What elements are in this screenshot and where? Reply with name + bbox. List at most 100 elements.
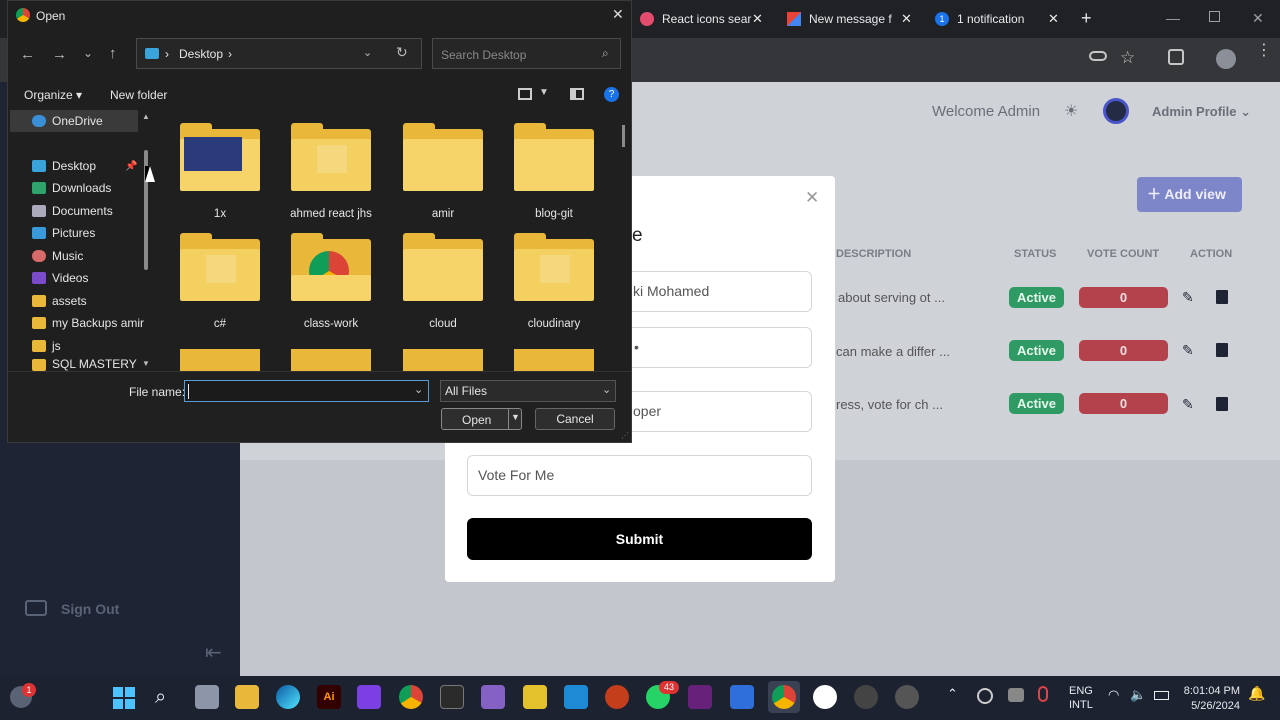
edit-icon[interactable]: ✎ [1182,342,1194,359]
volume-icon[interactable]: 🔈 [1130,687,1146,703]
close-icon[interactable]: ✕ [1048,11,1059,27]
file-type-select[interactable]: All Files ⌄ [440,380,616,402]
sync-icon[interactable] [977,688,993,704]
nav-item-js[interactable]: js [32,335,61,357]
bell-icon[interactable]: 🔔 [1248,685,1265,702]
close-icon[interactable]: ✕ [901,11,912,27]
github-desktop-icon[interactable] [854,685,878,709]
nav-item-assets[interactable]: assets [32,290,87,312]
tab-gmail[interactable]: New message fr [787,4,892,34]
vscode-icon[interactable] [564,685,588,709]
star-icon[interactable]: ☆ [1120,48,1135,68]
powerpoint-icon[interactable] [605,685,629,709]
folder-icon[interactable] [514,349,594,371]
visual-studio-icon[interactable] [481,685,505,709]
up-arrow-icon[interactable]: ↑ [109,45,117,62]
illustrator-icon[interactable]: Ai [317,685,341,709]
caret-down-icon[interactable]: ▼ [539,87,549,98]
visual-studio-alt-icon[interactable] [688,685,712,709]
modal-close-icon[interactable]: ✕ [805,188,819,208]
trash-icon[interactable] [1216,343,1228,357]
edge-icon[interactable] [276,685,300,709]
avatar[interactable] [1216,49,1236,69]
clock[interactable]: 8:01:04 PM 5/26/2024 [1180,684,1240,714]
notepad-icon[interactable] [730,685,754,709]
new-folder-button[interactable]: New folder [110,88,167,102]
sticky-notes-icon[interactable] [523,685,547,709]
nav-item-onedrive[interactable]: OneDrive [32,110,103,132]
folder-icon[interactable] [514,123,594,191]
mongodb-icon[interactable] [813,685,837,709]
jetbrains-icon[interactable] [357,685,381,709]
wifi-icon[interactable]: ◠ [1108,687,1119,703]
nav-item-my-backups[interactable]: my Backups amir [32,312,144,334]
folder-icon[interactable] [180,349,260,371]
tray-expand-icon[interactable]: ⌃ [947,686,958,702]
folder-icon[interactable] [403,349,483,371]
chevron-down-icon[interactable]: ⌄ [363,46,372,59]
scroll-up-icon[interactable]: ▲ [142,112,150,121]
minimize-icon[interactable]: — [1166,10,1180,26]
forward-arrow-icon[interactable]: → [52,46,67,63]
folder-icon[interactable] [180,123,260,191]
preview-pane-icon[interactable] [570,88,584,100]
organize-menu[interactable]: Organize ▾ [24,88,82,102]
maximize-icon[interactable] [1209,11,1220,22]
new-tab-plus-icon[interactable]: + [1081,8,1092,29]
trash-icon[interactable] [1216,397,1228,411]
cancel-button[interactable]: Cancel [535,408,615,430]
trash-icon[interactable] [1216,290,1228,304]
folder-icon[interactable] [291,123,371,191]
help-icon[interactable]: ? [604,87,619,102]
dialog-close-icon[interactable]: ✕ [612,6,624,23]
folder-icon[interactable] [514,233,594,301]
resize-grip-icon[interactable]: ⋰ [621,431,629,440]
terminal-icon[interactable] [440,685,464,709]
file-explorer-icon[interactable] [235,685,259,709]
nav-item-videos[interactable]: Videos [32,267,88,289]
menu-kebab-icon[interactable]: ⋮ [1256,43,1272,59]
folder-icon[interactable] [291,349,371,371]
edit-icon[interactable]: ✎ [1182,289,1194,306]
slogan-field[interactable]: Vote For Me [467,455,812,496]
theme-toggle-icon[interactable]: ☀ [1064,101,1078,121]
nav-item-sql-mastery[interactable]: SQL MASTERY [32,357,137,371]
back-arrow-icon[interactable]: ← [20,46,35,63]
chevron-down-icon[interactable]: ⌄ [414,383,423,396]
tab-react-icons[interactable]: React icons sear [640,4,765,34]
task-view-icon[interactable] [195,685,219,709]
nav-item-pictures[interactable]: Pictures [32,222,95,244]
profile-avatar[interactable] [1103,98,1129,124]
sign-out-link[interactable]: Sign Out [61,601,119,617]
open-button[interactable]: Open ▼ [441,408,522,430]
files-scrollbar[interactable] [622,125,625,147]
collapse-sidebar-icon[interactable]: ⇤ [205,640,222,665]
battery-icon[interactable] [1154,691,1169,700]
nav-item-music[interactable]: Music [32,245,83,267]
media-player-icon[interactable] [895,685,919,709]
window-close-icon[interactable]: ✕ [1252,10,1264,27]
add-view-button[interactable]: ＋ Add view [1137,177,1242,212]
onedrive-tray-icon[interactable] [1008,688,1024,702]
folder-icon[interactable] [403,123,483,191]
microphone-icon[interactable] [1038,686,1048,702]
view-options-icon[interactable] [518,88,532,100]
tab-notification[interactable]: 1 1 notification [935,4,1045,34]
scroll-down-icon[interactable]: ▼ [142,359,150,368]
recent-locations-chevron-icon[interactable]: ⌄ [83,46,93,60]
edit-icon[interactable]: ✎ [1182,396,1194,413]
submit-button[interactable]: Submit [467,518,812,560]
refresh-icon[interactable]: ↻ [396,44,408,61]
start-button-icon[interactable] [113,687,135,709]
extensions-icon[interactable] [1168,49,1184,65]
folder-icon[interactable] [291,233,371,301]
admin-profile-menu[interactable]: Admin Profile ⌄ [1152,104,1251,120]
key-icon[interactable] [1089,51,1107,61]
file-name-input[interactable]: ⌄ [184,380,429,402]
nav-item-desktop[interactable]: Desktop [32,155,96,177]
language-indicator[interactable]: ENG INTL [1069,684,1093,712]
nav-item-downloads[interactable]: Downloads [32,177,111,199]
search-input[interactable]: Search Desktop ⌕ [432,38,621,69]
search-icon[interactable]: ⌕ [155,686,166,709]
folder-icon[interactable] [180,233,260,301]
